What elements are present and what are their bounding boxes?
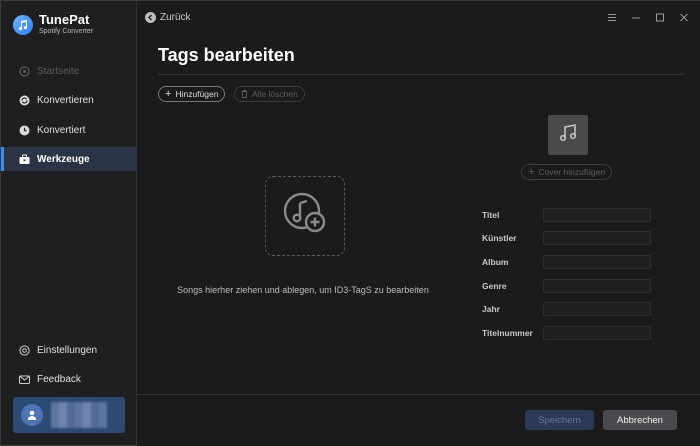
sidebar-item-feedback[interactable]: Feedback [1, 367, 136, 391]
clear-all-button[interactable]: Alle löschen [234, 86, 305, 102]
convert-icon [18, 94, 30, 106]
add-label: Hinzufügen [175, 89, 219, 99]
app-name: TunePat [39, 12, 90, 27]
sidebar-item-konvertieren[interactable]: Konvertieren [1, 88, 136, 112]
clear-all-label: Alle löschen [252, 89, 298, 99]
page-title: Tags bearbeiten [158, 45, 295, 65]
field-label-kuenstler: Künstler [482, 233, 517, 243]
settings-icon [18, 344, 30, 356]
topbar: Zurück [137, 1, 700, 35]
divider [137, 394, 700, 395]
back-label: Zurück [160, 12, 191, 23]
field-label-album: Album [482, 257, 509, 267]
sidebar-item-label: Einstellungen [37, 344, 98, 356]
sidebar-item-werkzeuge[interactable]: Werkzeuge [1, 147, 136, 171]
tunepat-logo-icon [13, 14, 33, 35]
maximize-icon[interactable] [655, 11, 665, 23]
clock-icon [18, 124, 30, 136]
year-input[interactable] [543, 302, 651, 316]
sidebar-item-label: Konvertiert [37, 124, 86, 136]
plus-icon: + [165, 88, 172, 100]
user-account-box[interactable] [13, 397, 125, 433]
back-button[interactable]: Zurück [145, 12, 191, 23]
app-window: TunePat Spotify Converter Startseite Kon… [0, 0, 700, 446]
sidebar-item-konvertiert[interactable]: Konvertiert [1, 118, 136, 142]
plus-icon: + [528, 166, 535, 178]
add-button[interactable]: + Hinzufügen [158, 86, 226, 102]
menu-icon[interactable] [607, 11, 617, 23]
cancel-button[interactable]: Abbrechen [603, 410, 677, 430]
minimize-icon[interactable] [631, 11, 641, 23]
drop-hint: Songs hierher ziehen und ablegen, um ID3… [177, 285, 429, 295]
track-number-input[interactable] [543, 326, 651, 340]
field-label-jahr: Jahr [482, 304, 500, 314]
field-label-titel: Titel [482, 210, 500, 220]
home-icon [18, 65, 30, 77]
sidebar-item-label: Konvertieren [37, 94, 94, 106]
artist-input[interactable] [543, 231, 651, 245]
add-cover-label: Cover hinzufügen [538, 167, 606, 177]
sidebar-item-einstellungen[interactable]: Einstellungen [1, 338, 136, 362]
sidebar-item-startseite[interactable]: Startseite [1, 59, 136, 83]
app-subtitle: Spotify Converter [39, 28, 94, 35]
window-controls [607, 11, 689, 23]
main-panel: Zurück Tags bearbeiten + Hinzufügen Alle… [137, 1, 700, 446]
field-label-titelnummer: Titelnummer [482, 328, 533, 338]
add-cover-button[interactable]: + Cover hinzufügen [521, 164, 613, 180]
genre-input[interactable] [543, 279, 651, 293]
sidebar-item-label: Werkzeuge [37, 153, 90, 165]
add-music-icon [280, 189, 330, 244]
cover-placeholder [548, 115, 588, 155]
music-note-icon [557, 122, 579, 149]
brand: TunePat Spotify Converter [13, 13, 93, 36]
divider [158, 74, 685, 75]
title-input[interactable] [543, 208, 651, 222]
sidebar-item-label: Startseite [37, 65, 80, 77]
back-arrow-icon [145, 12, 156, 23]
album-input[interactable] [543, 255, 651, 269]
save-button[interactable]: Speichern [525, 410, 594, 430]
avatar-icon [21, 404, 43, 426]
field-label-genre: Genre [482, 281, 507, 291]
mail-icon [18, 373, 30, 385]
sidebar: TunePat Spotify Converter Startseite Kon… [1, 1, 137, 445]
close-icon[interactable] [679, 11, 689, 23]
trash-icon [241, 90, 248, 98]
drop-zone[interactable] [265, 176, 345, 256]
sidebar-item-label: Feedback [37, 373, 81, 385]
user-name-redacted [51, 402, 107, 428]
toolbox-icon [18, 153, 30, 165]
